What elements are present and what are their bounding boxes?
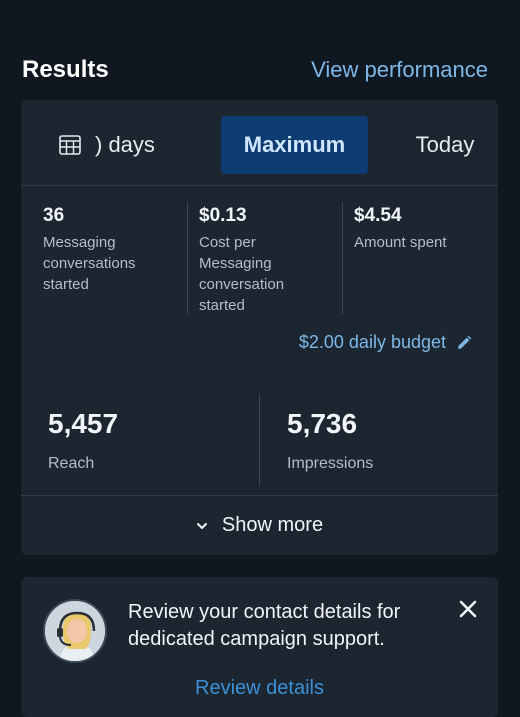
tab-date-range[interactable]: ) days	[59, 116, 199, 174]
tab-maximum[interactable]: Maximum	[221, 116, 368, 174]
tab-date-range-label: ) days	[95, 132, 155, 157]
chevron-down-icon	[196, 522, 207, 529]
date-range-tabs: ) days Maximum Today	[21, 100, 498, 186]
stat-label: Reach	[48, 455, 95, 472]
daily-budget-label: $2.00 daily budget	[298, 332, 446, 352]
metric-value: 36	[43, 205, 65, 226]
daily-budget-link[interactable]: $2.00 daily budget	[299, 332, 472, 353]
metric-value: $4.54	[354, 205, 402, 226]
divider	[187, 202, 188, 314]
metric-amount-spent: $4.54 Amount spent	[354, 200, 474, 253]
tab-today[interactable]: Today	[395, 116, 495, 174]
metric-conversations: 36 Messaging conversations started	[43, 200, 163, 295]
stat-label: Impressions	[287, 455, 374, 472]
stat-value: 5,457	[48, 408, 119, 439]
stat-impressions: 5,736 Impressions	[287, 396, 373, 476]
show-more-label: Show more	[221, 514, 324, 536]
divider	[259, 394, 260, 486]
close-icon[interactable]	[456, 597, 480, 621]
metric-value: $0.13	[199, 205, 247, 226]
stat-reach: 5,457 Reach	[48, 396, 118, 476]
metric-label: Messaging conversations started	[43, 234, 136, 293]
divider	[342, 202, 343, 314]
calendar-grid-icon	[59, 135, 81, 155]
metric-label: Cost per Messaging conversation started	[199, 234, 285, 314]
review-details-link[interactable]: Review details	[21, 677, 498, 700]
stat-value: 5,736	[287, 408, 358, 439]
show-more-button[interactable]: Show more	[21, 495, 498, 555]
pencil-icon	[458, 335, 472, 349]
results-card: ) days Maximum Today 36 Messaging conver…	[21, 100, 498, 555]
page-title: Results	[22, 56, 109, 83]
results-header: Results View performance	[22, 54, 488, 86]
metric-label: Amount spent	[354, 234, 447, 251]
metrics-row: 36 Messaging conversations started $0.13…	[21, 200, 498, 320]
contact-details-message: Review your contact details for dedicate…	[128, 601, 401, 650]
contact-details-card: Review your contact details for dedicate…	[21, 577, 498, 717]
avatar	[43, 599, 107, 663]
metric-cost-per-conversation: $0.13 Cost per Messaging conversation st…	[199, 200, 319, 316]
view-performance-link[interactable]: View performance	[311, 57, 488, 83]
